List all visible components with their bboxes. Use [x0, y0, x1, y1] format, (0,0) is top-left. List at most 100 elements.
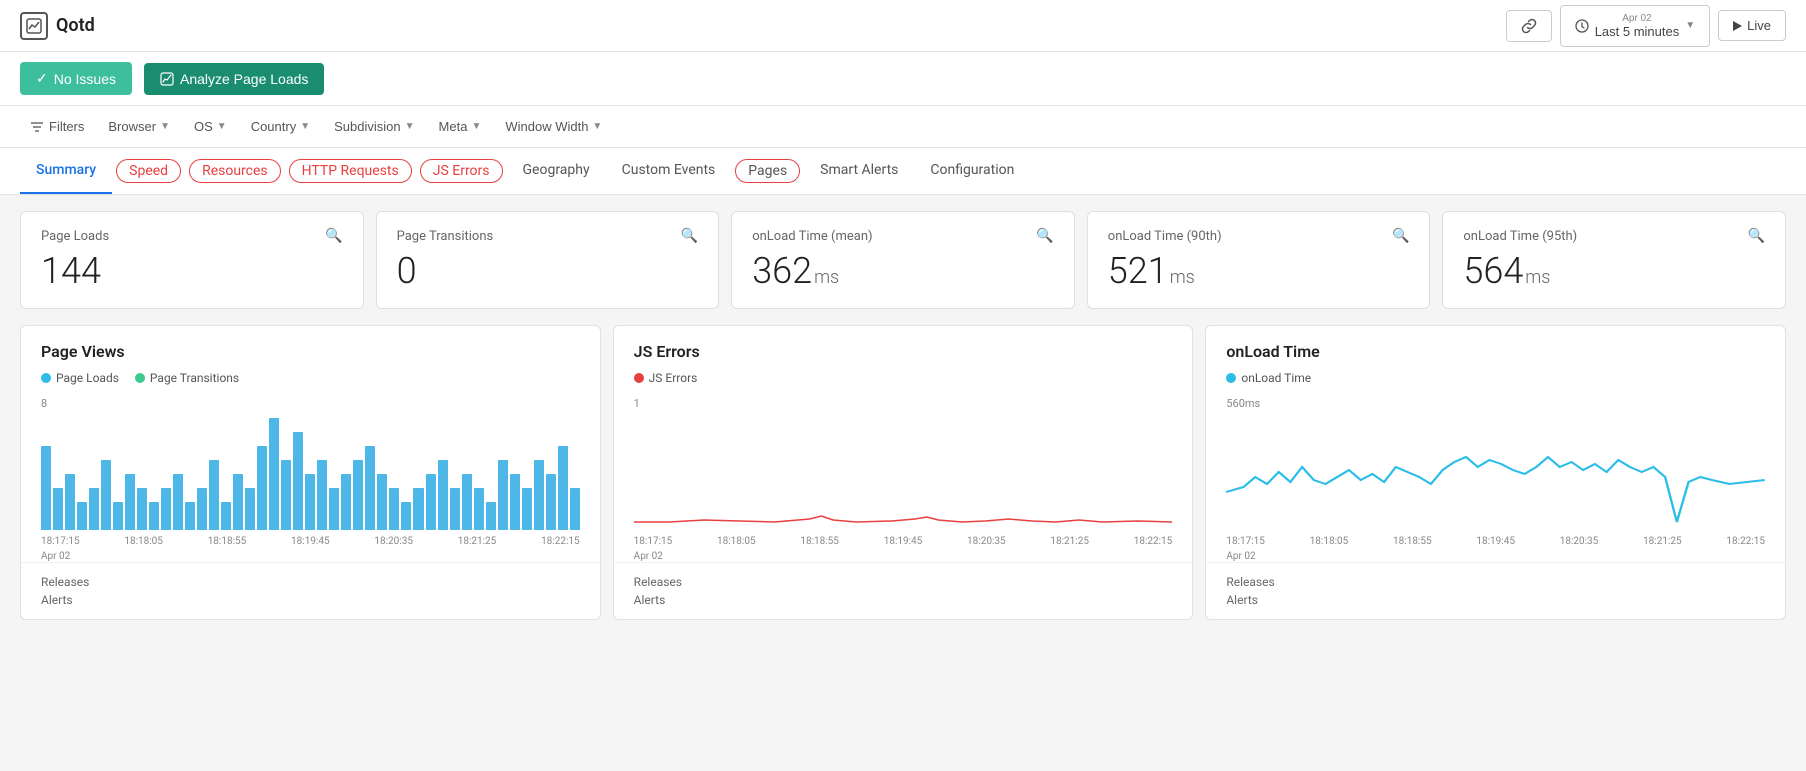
- app-logo: Qotd: [20, 12, 95, 40]
- tab-configuration[interactable]: Configuration: [914, 148, 1030, 194]
- tab-pages[interactable]: Pages: [735, 159, 800, 183]
- bar-item: [113, 502, 123, 530]
- metric-page-loads-title: Page Loads 🔍: [41, 228, 343, 244]
- onload-time-y-label: 560ms: [1206, 397, 1785, 410]
- metric-onload-mean-title: onLoad Time (mean) 🔍: [752, 228, 1054, 244]
- bar-item: [209, 460, 219, 530]
- subdivision-label: Subdivision: [334, 119, 401, 134]
- bar-item: [341, 474, 351, 530]
- onload-90th-zoom-icon[interactable]: 🔍: [1392, 228, 1409, 244]
- js-errors-x-date: Apr 02: [614, 551, 1193, 562]
- action-bar: ✓ No Issues Analyze Page Loads: [0, 52, 1806, 106]
- page-transitions-zoom-icon[interactable]: 🔍: [681, 228, 698, 244]
- bar-item: [233, 474, 243, 530]
- legend-onload-time-label: onLoad Time: [1241, 371, 1311, 385]
- filter-icon: [30, 121, 44, 133]
- tab-custom-events[interactable]: Custom Events: [606, 148, 732, 194]
- js-errors-footer: Releases Alerts: [614, 562, 1193, 619]
- bar-item: [474, 488, 484, 530]
- legend-onload-time: onLoad Time: [1226, 371, 1311, 385]
- bar-item: [77, 502, 87, 530]
- legend-onload-time-dot: [1226, 373, 1236, 383]
- bar-item: [173, 474, 183, 530]
- bar-item: [257, 446, 267, 530]
- play-icon: [1733, 21, 1742, 31]
- metric-page-loads-value: 144: [41, 250, 343, 292]
- browser-caret: ▼: [160, 121, 170, 132]
- bar-item: [197, 488, 207, 530]
- page-views-chart: Page Views Page Loads Page Transitions 8…: [20, 325, 601, 620]
- clock-icon: [1575, 19, 1589, 33]
- analyze-page-loads-button[interactable]: Analyze Page Loads: [144, 63, 324, 95]
- page-views-alerts[interactable]: Alerts: [41, 591, 580, 609]
- bar-item: [389, 488, 399, 530]
- onload-time-releases[interactable]: Releases: [1226, 573, 1765, 591]
- window-width-filter[interactable]: Window Width ▼: [495, 114, 612, 139]
- legend-page-loads-dot: [41, 373, 51, 383]
- meta-filter[interactable]: Meta ▼: [429, 114, 492, 139]
- country-caret: ▼: [300, 121, 310, 132]
- tab-js-errors[interactable]: JS Errors: [420, 159, 503, 183]
- page-views-title: Page Views: [41, 342, 580, 361]
- no-issues-button[interactable]: ✓ No Issues: [20, 62, 132, 95]
- check-icon: ✓: [36, 70, 48, 87]
- tab-smart-alerts[interactable]: Smart Alerts: [804, 148, 914, 194]
- country-filter[interactable]: Country ▼: [241, 114, 320, 139]
- tab-http-requests[interactable]: HTTP Requests: [289, 159, 412, 183]
- browser-filter[interactable]: Browser ▼: [98, 114, 180, 139]
- no-issues-label: No Issues: [54, 71, 116, 87]
- analyze-icon: [160, 72, 174, 86]
- live-button[interactable]: Live: [1718, 10, 1786, 41]
- header-left: Qotd: [20, 12, 95, 40]
- meta-label: Meta: [439, 119, 468, 134]
- browser-label: Browser: [108, 119, 156, 134]
- bar-item: [438, 460, 448, 530]
- onload-95th-zoom-icon[interactable]: 🔍: [1748, 228, 1765, 244]
- js-errors-legend: JS Errors: [634, 371, 1173, 385]
- js-errors-body: [614, 412, 1193, 532]
- js-errors-alerts[interactable]: Alerts: [634, 591, 1173, 609]
- js-errors-svg: [634, 412, 1173, 532]
- tab-geography[interactable]: Geography: [507, 148, 606, 194]
- tab-summary[interactable]: Summary: [20, 148, 112, 194]
- page-views-releases[interactable]: Releases: [41, 573, 580, 591]
- page-views-y-label: 8: [21, 397, 600, 410]
- time-date: Apr 02: [1595, 13, 1680, 24]
- bar-item: [426, 474, 436, 530]
- charts-area: Page Views Page Loads Page Transitions 8…: [0, 325, 1806, 636]
- bar-item: [534, 460, 544, 530]
- onload-time-alerts[interactable]: Alerts: [1226, 591, 1765, 609]
- bar-item: [329, 488, 339, 530]
- page-loads-zoom-icon[interactable]: 🔍: [325, 228, 342, 244]
- legend-page-transitions-dot: [135, 373, 145, 383]
- bar-item: [365, 446, 375, 530]
- window-width-label: Window Width: [505, 119, 588, 134]
- time-display: Apr 02 Last 5 minutes: [1595, 13, 1680, 39]
- filters-button[interactable]: Filters: [20, 114, 94, 139]
- bar-item: [281, 460, 291, 530]
- legend-page-loads-label: Page Loads: [56, 371, 119, 385]
- os-filter[interactable]: OS ▼: [184, 114, 237, 139]
- os-label: OS: [194, 119, 213, 134]
- metric-onload-90th: onLoad Time (90th) 🔍 521ms: [1087, 211, 1431, 309]
- time-range-button[interactable]: Apr 02 Last 5 minutes ▼: [1560, 5, 1710, 47]
- subdivision-filter[interactable]: Subdivision ▼: [324, 114, 424, 139]
- bar-item: [149, 502, 159, 530]
- live-label: Live: [1747, 18, 1771, 33]
- bar-item: [53, 488, 63, 530]
- link-button[interactable]: [1506, 10, 1552, 42]
- js-errors-releases[interactable]: Releases: [634, 573, 1173, 591]
- bar-item: [317, 460, 327, 530]
- onload-mean-zoom-icon[interactable]: 🔍: [1036, 228, 1053, 244]
- page-views-header: Page Views Page Loads Page Transitions: [21, 326, 600, 397]
- onload-time-svg: [1226, 412, 1765, 532]
- bar-item: [269, 418, 279, 530]
- metric-page-transitions-value: 0: [397, 250, 699, 292]
- onload-time-body: [1206, 412, 1785, 532]
- country-label: Country: [251, 119, 297, 134]
- bar-item: [293, 432, 303, 530]
- bar-item: [137, 488, 147, 530]
- bar-item: [522, 488, 532, 530]
- tab-resources[interactable]: Resources: [189, 159, 281, 183]
- tab-speed[interactable]: Speed: [116, 159, 181, 183]
